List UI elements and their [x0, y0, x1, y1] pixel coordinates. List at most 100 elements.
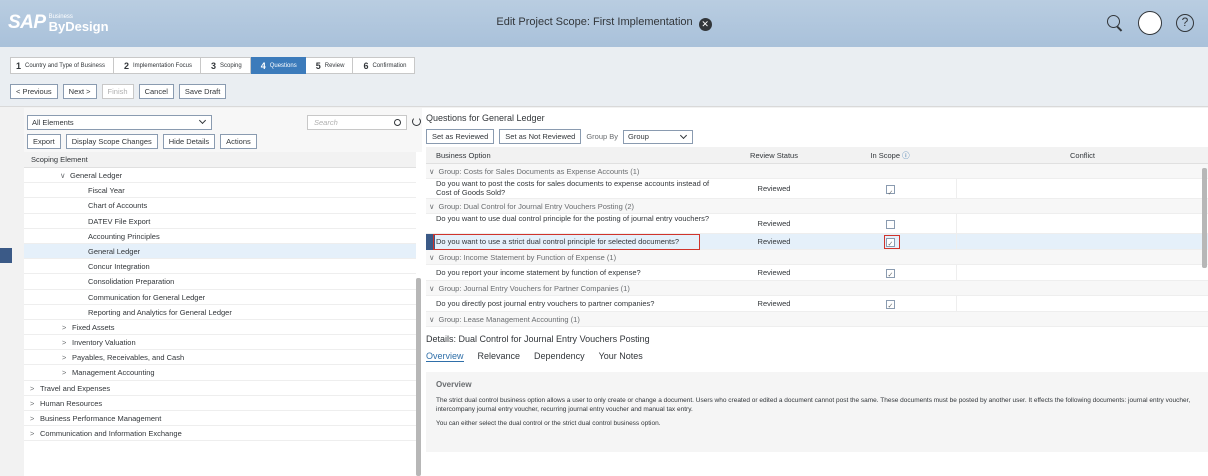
- step-4[interactable]: 4 Questions: [250, 57, 306, 74]
- shell-bar: SAP Business ByDesign Edit Project Scope…: [0, 0, 1208, 47]
- group-row[interactable]: ∨ Group: Dual Control for Journal Entry V…: [426, 199, 1208, 214]
- tree-row[interactable]: > Human Resources: [24, 396, 416, 411]
- tree-row[interactable]: > Management Accounting: [24, 365, 416, 381]
- table-row[interactable]: Do you want to post the costs for sales …: [426, 179, 1208, 204]
- export-button[interactable]: Export: [27, 134, 61, 149]
- chevron-right-icon[interactable]: >: [62, 320, 72, 335]
- tree-row[interactable]: > Inventory Valuation: [24, 335, 416, 351]
- tree-row[interactable]: Consolidation Preparation: [24, 274, 416, 290]
- tree-row[interactable]: Reporting and Analytics for General Ledg…: [24, 305, 416, 320]
- avatar[interactable]: [1138, 11, 1162, 35]
- step-1[interactable]: 1 Country and Type of Business: [10, 57, 114, 74]
- step-5[interactable]: 5 Review: [305, 57, 354, 74]
- tree-row[interactable]: > Travel and Expenses: [24, 381, 416, 396]
- finish-button[interactable]: Finish: [101, 84, 134, 99]
- chevron-right-icon[interactable]: >: [62, 365, 72, 380]
- chevron-down-icon[interactable]: ∨: [429, 281, 435, 295]
- next-button[interactable]: Next >: [62, 84, 97, 99]
- group-row[interactable]: ∨ Group: Costs for Sales Documents as Exp…: [426, 164, 1208, 179]
- set-as-reviewed-button[interactable]: Set as Reviewed: [426, 129, 495, 144]
- tree-scrollbar[interactable]: [416, 278, 421, 476]
- chevron-right-icon[interactable]: >: [30, 381, 40, 396]
- hide-details-button[interactable]: Hide Details: [162, 134, 216, 149]
- step-3[interactable]: 3 Scoping: [201, 57, 251, 74]
- chevron-right-icon[interactable]: >: [30, 396, 40, 411]
- group-by-label: Group By: [586, 132, 619, 141]
- chevron-down-icon[interactable]: ∨: [429, 199, 435, 213]
- tree-label: Fixed Assets: [72, 322, 115, 332]
- step-label: Scoping: [220, 62, 242, 69]
- tree-row[interactable]: > Communication and Information Exchange: [24, 426, 416, 442]
- refresh-icon[interactable]: [412, 117, 421, 126]
- actions-button[interactable]: Actions: [220, 134, 257, 149]
- in-scope-checkbox[interactable]: [885, 219, 895, 229]
- search-icon[interactable]: [1106, 14, 1124, 32]
- question-text: Do you want to post the costs for sales …: [436, 179, 710, 197]
- tree-label: Reporting and Analytics for General Ledg…: [88, 307, 232, 317]
- chevron-right-icon[interactable]: >: [30, 411, 40, 426]
- step-6[interactable]: 6 Confirmation: [353, 57, 416, 74]
- tab-dependency[interactable]: Dependency: [534, 351, 585, 362]
- chevron-down-icon[interactable]: ∨: [429, 312, 435, 326]
- tree-row[interactable]: Accounting Principles: [24, 229, 416, 244]
- tree-row[interactable]: > Business Performance Management: [24, 411, 416, 427]
- step-label: Implementation Focus: [132, 62, 192, 69]
- column-header-business-option[interactable]: Business Option: [426, 147, 724, 163]
- chevron-right-icon[interactable]: >: [62, 350, 72, 365]
- tree-row[interactable]: ∨ General Ledger: [24, 168, 416, 184]
- tab-overview[interactable]: Overview: [426, 351, 464, 362]
- column-header-in-scope[interactable]: In Scope ⓘ: [824, 147, 956, 163]
- window-title-container: Edit Project Scope: First Implementation…: [0, 16, 1208, 31]
- tab-your-notes[interactable]: Your Notes: [599, 351, 643, 362]
- help-icon[interactable]: ?: [1176, 14, 1194, 32]
- tree-row[interactable]: Chart of Accounts: [24, 198, 416, 214]
- tree-row[interactable]: DATEV File Export: [24, 214, 416, 229]
- display-scope-changes-button[interactable]: Display Scope Changes: [65, 134, 158, 149]
- in-scope-checkbox[interactable]: [885, 299, 895, 315]
- tree-row[interactable]: > Fixed Assets: [24, 320, 416, 336]
- review-status: Reviewed: [757, 184, 791, 193]
- review-status: Reviewed: [757, 237, 791, 246]
- set-as-not-reviewed-button[interactable]: Set as Not Reviewed: [499, 129, 582, 144]
- column-header-scoping-element[interactable]: Scoping Element: [24, 152, 416, 168]
- group-row[interactable]: ∨ Group: Income Statement by Function of …: [426, 250, 1208, 265]
- group-row[interactable]: ∨ Group: Journal Entry Vouchers for Partn…: [426, 281, 1208, 296]
- tree-row[interactable]: Communication for General Ledger: [24, 290, 416, 305]
- chevron-down-icon: [679, 131, 688, 139]
- tree-label: Human Resources: [40, 398, 103, 408]
- group-by-select[interactable]: Group: [623, 129, 694, 144]
- chevron-down-icon[interactable]: ∨: [429, 164, 435, 178]
- close-icon[interactable]: ✕: [698, 18, 712, 31]
- table-row[interactable]: Do you want to use dual control principl…: [426, 214, 1208, 234]
- tree-row[interactable]: Fiscal Year: [24, 183, 416, 199]
- table-row[interactable]: Do you report your income statement by f…: [426, 265, 1208, 284]
- chevron-down-icon[interactable]: ∨: [60, 168, 70, 183]
- tree-row-selected[interactable]: General Ledger: [24, 243, 416, 260]
- search-input[interactable]: Search: [307, 115, 407, 130]
- review-status: Reviewed: [757, 299, 791, 308]
- table-scrollbar[interactable]: [1202, 168, 1207, 268]
- filter-value: All Elements: [32, 118, 74, 127]
- chevron-right-icon[interactable]: >: [30, 426, 40, 441]
- previous-button[interactable]: < Previous: [10, 84, 58, 99]
- table-row-selected[interactable]: Do you want to use a strict dual control…: [426, 234, 1208, 253]
- chevron-down-icon[interactable]: ∨: [429, 250, 435, 264]
- in-scope-checkbox[interactable]: [885, 268, 895, 284]
- chevron-right-icon[interactable]: >: [62, 335, 72, 350]
- step-2[interactable]: 2 Implementation Focus: [113, 57, 201, 74]
- in-scope-checkbox[interactable]: [885, 184, 895, 204]
- tree-row[interactable]: Concur Integration: [24, 259, 416, 275]
- column-header-review-status[interactable]: Review Status: [724, 147, 824, 163]
- save-draft-button[interactable]: Save Draft: [178, 84, 227, 99]
- group-row[interactable]: ∨ Group: Lease Management Accounting (1): [426, 312, 1208, 327]
- tab-relevance[interactable]: Relevance: [478, 351, 521, 362]
- question-text: Do you want to use dual control principl…: [436, 214, 710, 223]
- window-title: Edit Project Scope: First Implementation: [496, 16, 693, 28]
- table-row[interactable]: Do you directly post journal entry vouch…: [426, 296, 1208, 315]
- search-icon[interactable]: [394, 119, 401, 126]
- element-filter-select[interactable]: All Elements: [27, 115, 212, 130]
- info-icon[interactable]: ⓘ: [902, 151, 910, 160]
- column-header-conflict[interactable]: Conflict: [956, 147, 1208, 163]
- cancel-button[interactable]: Cancel: [138, 84, 174, 99]
- tree-row[interactable]: > Payables, Receivables, and Cash: [24, 350, 416, 366]
